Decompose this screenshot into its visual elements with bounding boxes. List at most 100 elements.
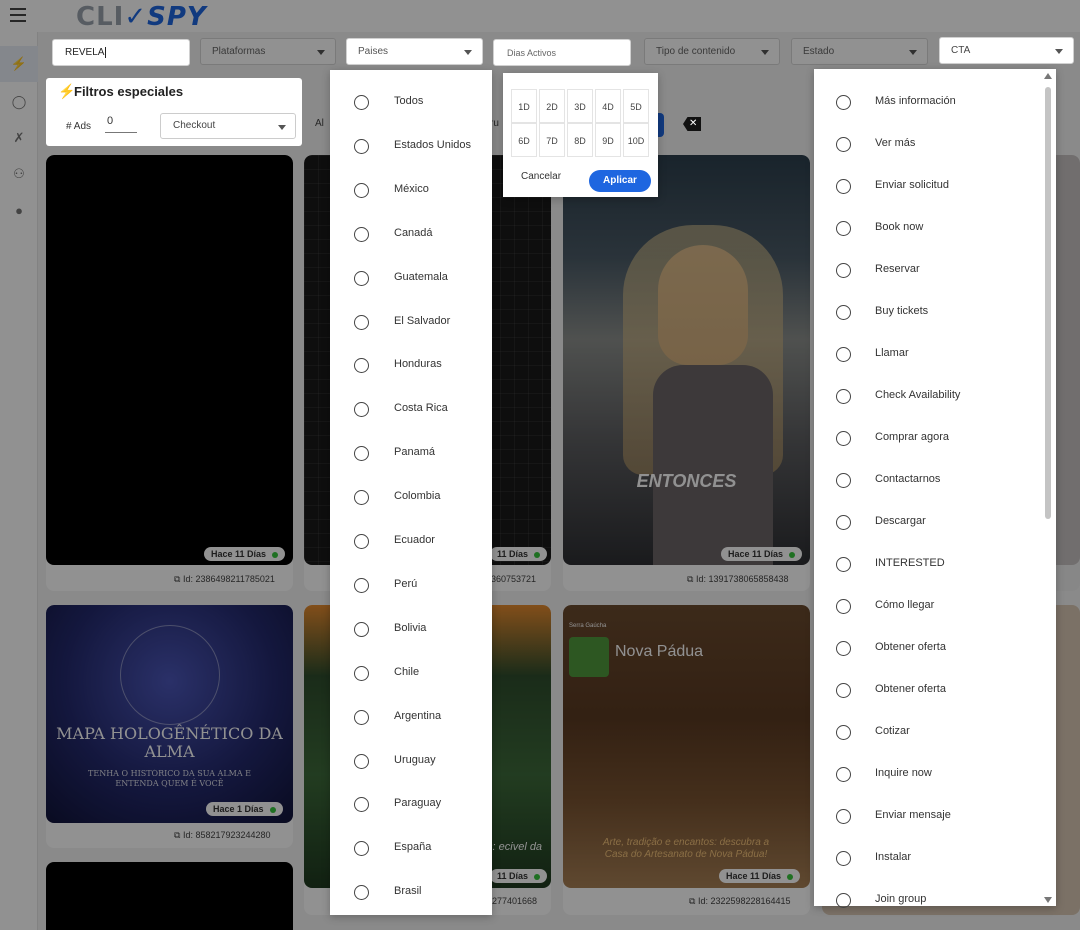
cta-option[interactable]: INTERESTED (814, 550, 1056, 594)
paises-option[interactable]: Guatemala (330, 264, 492, 308)
day-option[interactable]: 6D (511, 123, 537, 157)
cta-select[interactable]: CTA (939, 37, 1074, 64)
radio-icon[interactable] (836, 473, 851, 488)
radio-icon[interactable] (354, 709, 369, 725)
radio-icon[interactable] (836, 893, 851, 908)
paises-option[interactable]: Ecuador (330, 527, 492, 571)
paises-option[interactable]: Canadá (330, 220, 492, 264)
paises-option[interactable]: Argentina (330, 703, 492, 747)
radio-icon[interactable] (354, 270, 369, 286)
cta-option[interactable]: Reservar (814, 256, 1056, 300)
dias-activos-input[interactable]: Dias Activos (493, 39, 631, 66)
dias-activos-popover: 1D 2D 3D 4D 5D 6D 7D 8D 9D 10D Cancelar Aplicar (503, 73, 658, 197)
radio-icon[interactable] (354, 226, 369, 242)
radio-icon[interactable] (354, 534, 369, 549)
paises-option[interactable]: Todos (330, 88, 492, 132)
cta-option[interactable]: Enviar solicitud (814, 172, 1056, 216)
radio-icon[interactable] (354, 841, 369, 857)
ads-count-input[interactable]: 0 (105, 115, 137, 133)
day-option[interactable]: 10D (623, 123, 649, 157)
cta-option[interactable]: Book now (814, 214, 1056, 258)
radio-icon[interactable] (354, 621, 369, 637)
paises-option[interactable]: Brasil (330, 878, 492, 922)
radio-icon[interactable] (354, 490, 369, 506)
cta-option[interactable]: Contactarnos (814, 466, 1056, 510)
day-option[interactable]: 9D (595, 123, 621, 157)
cta-option[interactable]: Join group (814, 886, 1056, 930)
paises-option[interactable]: Bolivia (330, 615, 492, 659)
paises-option[interactable]: Chile (330, 659, 492, 703)
cta-option[interactable]: Más información (814, 88, 1056, 132)
apply-button[interactable]: Aplicar (589, 170, 651, 192)
paises-option[interactable]: Panamá (330, 439, 492, 483)
cta-option[interactable]: Instalar (814, 844, 1056, 888)
paises-option[interactable]: Paraguay (330, 790, 492, 834)
paises-option[interactable]: Uruguay (330, 747, 492, 791)
radio-icon[interactable] (354, 797, 369, 813)
radio-icon[interactable] (354, 314, 369, 330)
radio-icon[interactable] (836, 641, 851, 656)
search-input[interactable]: REVELA (52, 39, 190, 66)
radio-icon[interactable] (836, 137, 851, 152)
radio-icon[interactable] (836, 683, 851, 698)
scroll-up-icon[interactable] (1044, 73, 1052, 79)
cancel-button[interactable]: Cancelar (521, 171, 561, 182)
day-option[interactable]: 3D (567, 89, 593, 123)
radio-icon[interactable] (836, 389, 851, 404)
paises-option[interactable]: Honduras (330, 351, 492, 395)
cta-option[interactable]: Ver más (814, 130, 1056, 174)
radio-icon[interactable] (836, 347, 851, 362)
radio-icon[interactable] (836, 221, 851, 236)
day-option[interactable]: 1D (511, 89, 537, 123)
cta-option[interactable]: Obtener oferta (814, 634, 1056, 678)
cta-option[interactable]: Check Availability (814, 382, 1056, 426)
paises-option[interactable]: El Salvador (330, 308, 492, 352)
paises-option[interactable]: España (330, 834, 492, 878)
radio-icon[interactable] (836, 263, 851, 278)
radio-icon[interactable] (354, 577, 369, 593)
cta-option[interactable]: Comprar agora (814, 424, 1056, 468)
radio-icon[interactable] (836, 725, 851, 740)
radio-icon[interactable] (836, 809, 851, 824)
radio-icon[interactable] (836, 599, 851, 614)
cta-option[interactable]: Enviar mensaje (814, 802, 1056, 846)
paises-select[interactable]: Paises (346, 38, 483, 65)
cta-option[interactable]: Inquire now (814, 760, 1056, 804)
checkout-select[interactable]: Checkout (160, 113, 296, 139)
cta-option[interactable]: Obtener oferta (814, 676, 1056, 720)
radio-icon[interactable] (354, 358, 369, 374)
radio-icon[interactable] (836, 305, 851, 320)
radio-icon[interactable] (354, 138, 369, 154)
radio-icon[interactable] (836, 95, 851, 110)
radio-icon[interactable] (354, 885, 369, 901)
cta-option[interactable]: Cotizar (814, 718, 1056, 762)
paises-option[interactable]: Colombia (330, 483, 492, 527)
radio-icon[interactable] (836, 851, 851, 866)
radio-icon[interactable] (354, 665, 369, 681)
radio-icon[interactable] (836, 515, 851, 530)
paises-option[interactable]: Costa Rica (330, 395, 492, 439)
cta-option[interactable]: Cómo llegar (814, 592, 1056, 636)
radio-icon[interactable] (836, 431, 851, 446)
paises-option[interactable]: Estados Unidos (330, 132, 492, 176)
cta-option-label: Comprar agora (875, 431, 949, 443)
radio-icon[interactable] (836, 179, 851, 194)
day-option[interactable]: 4D (595, 89, 621, 123)
day-option[interactable]: 5D (623, 89, 649, 123)
cta-option[interactable]: Buy tickets (814, 298, 1056, 342)
radio-icon[interactable] (354, 753, 369, 769)
paises-option[interactable]: México (330, 176, 492, 220)
cta-option[interactable]: Descargar (814, 508, 1056, 552)
radio-icon[interactable] (836, 557, 851, 572)
cta-option-label: Contactarnos (875, 473, 941, 485)
day-option[interactable]: 8D (567, 123, 593, 157)
paises-option[interactable]: Perú (330, 571, 492, 615)
radio-icon[interactable] (354, 182, 369, 198)
radio-icon[interactable] (354, 402, 369, 418)
day-option[interactable]: 7D (539, 123, 565, 157)
day-option[interactable]: 2D (539, 89, 565, 123)
radio-icon[interactable] (836, 767, 851, 782)
radio-icon[interactable] (354, 446, 369, 462)
radio-icon[interactable] (354, 95, 369, 110)
cta-option[interactable]: Llamar (814, 340, 1056, 384)
